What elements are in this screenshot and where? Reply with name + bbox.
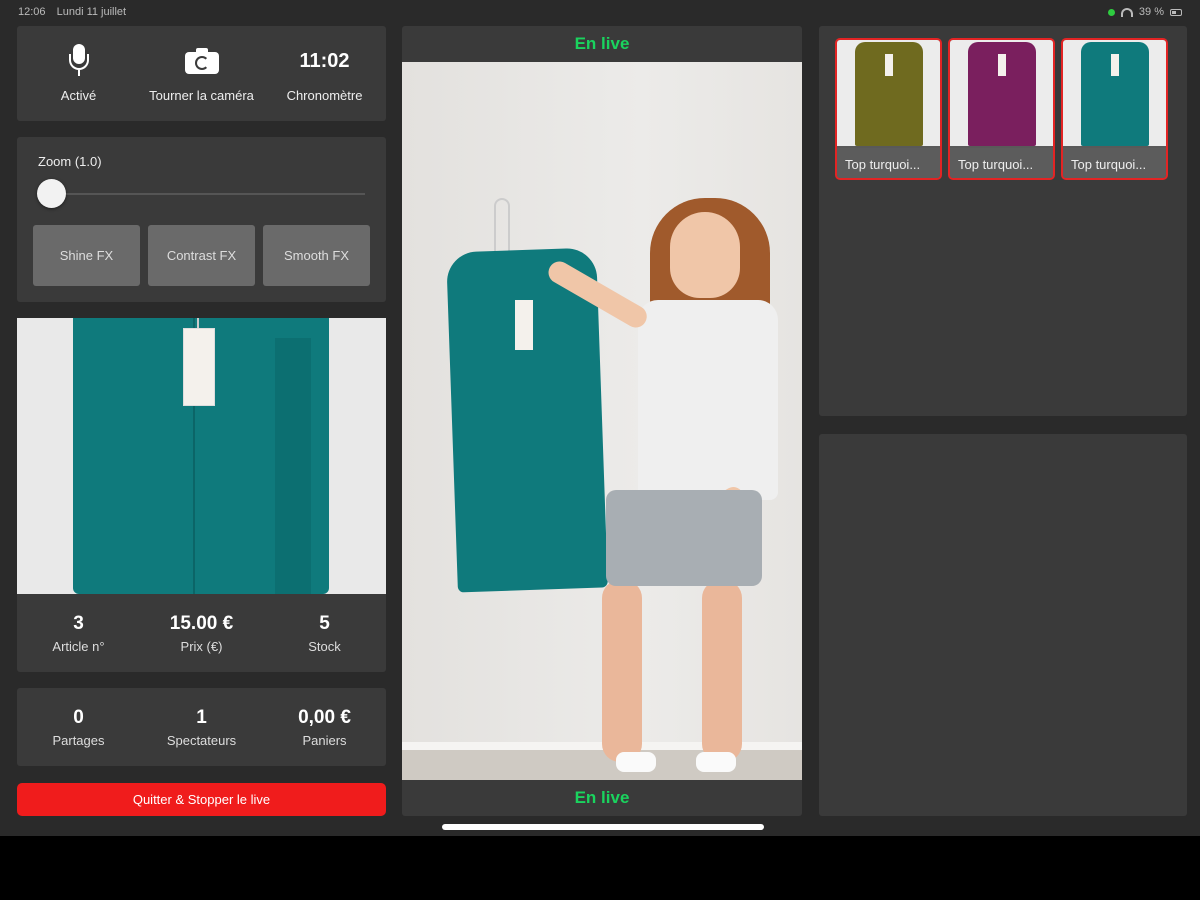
live-stats: 0 Partages 1 Spectateurs 0,00 € Paniers	[17, 688, 386, 766]
article-number-label: Article n°	[52, 638, 105, 654]
product-card[interactable]: Top turquoi...	[1061, 38, 1168, 180]
zoom-panel: Zoom (1.0) Shine FX Contrast FX Smooth F…	[17, 137, 386, 302]
article-stock-label: Stock	[308, 638, 341, 654]
viewers-stat: 1 Spectateurs	[140, 707, 263, 748]
app-screen: 12:06 Lundi 11 juillet 39 % Activé Tourn…	[0, 0, 1200, 836]
article-stats: 3 Article n° 15.00 € Prix (€) 5 Stock	[17, 594, 386, 672]
viewers-label: Spectateurs	[166, 732, 237, 748]
rotate-camera-label: Tourner la caméra	[149, 88, 254, 103]
product-thumbnails: Top turquoi... Top turquoi... Top turquo…	[835, 38, 1168, 180]
status-date: Lundi 11 juillet	[56, 6, 127, 18]
viewers-value: 1	[196, 706, 207, 728]
smooth-fx-button[interactable]: Smooth FX	[263, 225, 370, 286]
product-name: Top turquoi...	[1063, 148, 1166, 178]
home-indicator[interactable]	[442, 824, 764, 830]
product-card[interactable]: Top turquoi...	[948, 38, 1055, 180]
carts-stat: 0,00 € Paniers	[263, 707, 386, 748]
live-status-top: En live	[402, 26, 802, 62]
article-price-label: Prix (€)	[180, 638, 223, 654]
zoom-slider-track[interactable]	[51, 193, 365, 195]
carts-label: Paniers	[302, 732, 347, 748]
status-bar: 12:06 Lundi 11 juillet 39 %	[0, 0, 1200, 24]
shares-stat: 0 Partages	[17, 707, 140, 748]
zoom-label: Zoom (1.0)	[38, 154, 102, 169]
shares-value: 0	[73, 706, 84, 728]
product-card[interactable]: Top turquoi...	[835, 38, 942, 180]
camera-rotate-icon	[184, 47, 219, 75]
article-stock-value: 5	[319, 612, 330, 634]
battery-icon	[1170, 8, 1182, 16]
live-status-bottom: En live	[402, 780, 802, 816]
microphone-label: Activé	[60, 88, 97, 103]
timer-label: Chronomètre	[286, 88, 363, 103]
carts-value: 0,00 €	[298, 706, 351, 728]
zoom-slider-thumb[interactable]	[37, 179, 66, 208]
recording-indicator-icon	[1107, 8, 1115, 16]
fx-buttons: Shine FX Contrast FX Smooth FX	[33, 225, 370, 286]
product-list-panel: Top turquoi... Top turquoi... Top turquo…	[819, 26, 1187, 416]
article-price-value: 15.00 €	[169, 612, 234, 634]
product-tag	[183, 328, 215, 406]
rotate-camera-button[interactable]: Tourner la caméra	[140, 26, 263, 121]
timer-value: 11:02	[299, 49, 350, 72]
status-time: 12:06	[18, 6, 46, 18]
controls-panel: Activé Tourner la caméra 11:02 Chronomèt…	[17, 26, 386, 121]
microphone-icon	[68, 44, 90, 78]
shine-fx-button[interactable]: Shine FX	[33, 225, 140, 286]
article-number: 3 Article n°	[17, 613, 140, 654]
article-price: 15.00 € Prix (€)	[140, 613, 263, 654]
wifi-icon	[1120, 7, 1133, 17]
contrast-fx-button[interactable]: Contrast FX	[148, 225, 255, 286]
battery-percent: 39 %	[1138, 6, 1164, 18]
live-video-feed	[402, 62, 802, 780]
timer: 11:02 Chronomètre	[263, 26, 386, 121]
shares-label: Partages	[52, 732, 105, 748]
microphone-toggle[interactable]: Activé	[17, 26, 140, 121]
product-name: Top turquoi...	[950, 148, 1053, 178]
quit-stop-live-button[interactable]: Quitter & Stopper le live	[17, 783, 386, 816]
current-product-image	[17, 318, 386, 594]
article-number-value: 3	[73, 612, 84, 634]
product-name: Top turquoi...	[837, 148, 940, 178]
article-stock: 5 Stock	[263, 613, 386, 654]
secondary-panel	[819, 434, 1187, 816]
